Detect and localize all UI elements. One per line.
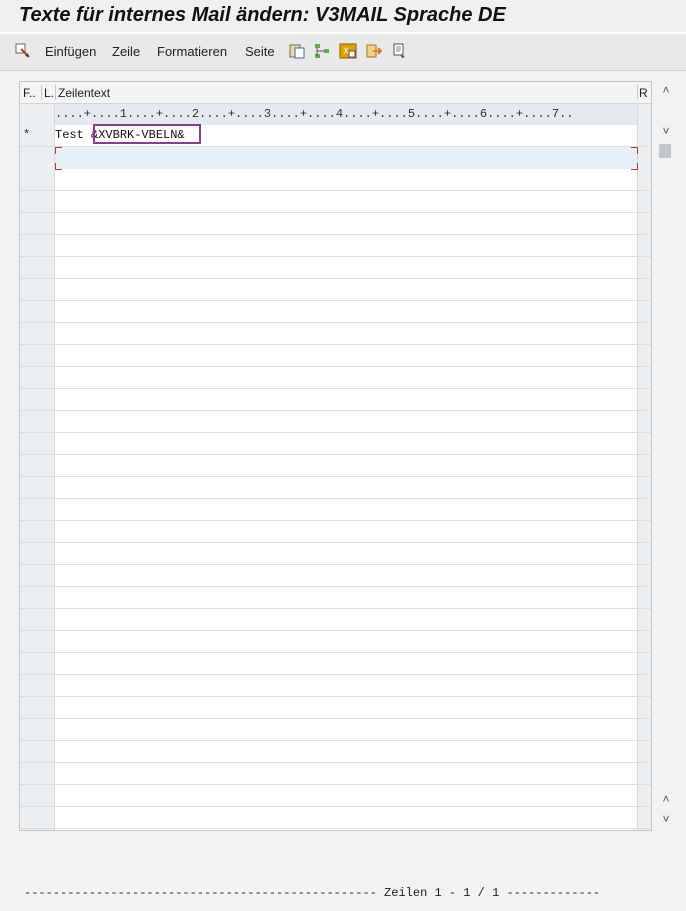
edit-settings-icon[interactable] [14,42,32,60]
empty-editor-row[interactable] [20,367,651,389]
empty-editor-row[interactable] [20,433,651,455]
menu-formatieren[interactable]: Formatieren [157,44,227,59]
menu-zeile[interactable]: Zeile [112,44,140,59]
row-format-flag: * [23,128,31,142]
empty-editor-row[interactable] [20,389,651,411]
scroll-thumb[interactable] [659,144,671,158]
variable-highlight-box [93,124,201,144]
empty-editor-row[interactable] [20,455,651,477]
empty-editor-row[interactable] [20,829,651,830]
vertical-scrollbar[interactable]: ˄ ˅ ˄ ˅ [656,81,676,829]
export-icon[interactable] [365,42,383,60]
toolbar: Einfügen Zeile Formatieren Seite X [0,34,686,71]
empty-editor-row[interactable] [20,169,651,191]
header-separator [55,85,56,100]
empty-editor-row[interactable] [20,697,651,719]
header-zeilentext[interactable]: Zeilentext [58,86,110,100]
empty-editor-row[interactable] [20,213,651,235]
active-input-row[interactable] [55,147,637,169]
empty-editor-row[interactable] [20,499,651,521]
paste-icon[interactable] [288,42,306,60]
scroll-down-icon[interactable]: ˅ [659,124,673,138]
menu-seite[interactable]: Seite [245,44,275,59]
header-separator [41,85,42,100]
empty-editor-row[interactable] [20,763,651,785]
header-r[interactable]: R [639,86,648,100]
scroll-up-icon[interactable]: ˄ [659,792,673,806]
header-separator [637,85,638,100]
copy-doc-icon[interactable] [391,42,409,60]
empty-editor-row[interactable] [20,807,651,829]
empty-editor-row[interactable] [20,521,651,543]
header-format[interactable]: F.. [23,86,36,100]
empty-editor-row[interactable] [20,675,651,697]
empty-editor-row[interactable] [20,191,651,213]
empty-editor-row[interactable] [20,323,651,345]
menu-einfuegen[interactable]: Einfügen [45,44,96,59]
grid-header: F.. L. Zeilentext R [20,82,651,104]
empty-editor-row[interactable] [20,653,651,675]
cursor-corner-marker [55,163,62,170]
empty-editor-row[interactable] [20,411,651,433]
text-editor-grid: F.. L. Zeilentext R ....+....1....+....2… [19,81,652,831]
empty-editor-row[interactable] [20,279,651,301]
empty-editor-row[interactable] [20,543,651,565]
empty-editor-row[interactable] [20,785,651,807]
column-ruler: ....+....1....+....2....+....3....+....4… [55,104,637,125]
empty-editor-row[interactable] [20,345,651,367]
line-count-footer: ----------------------------------------… [24,886,601,900]
empty-editor-row[interactable] [20,719,651,741]
empty-editor-row[interactable] [20,587,651,609]
window-title: Texte für internes Mail ändern: V3MAIL S… [19,4,506,26]
cursor-corner-marker [631,147,638,154]
cursor-corner-marker [55,147,62,154]
empty-editor-row[interactable] [20,301,651,323]
empty-editor-row[interactable] [20,257,651,279]
title-bar: Texte für internes Mail ändern: V3MAIL S… [0,0,686,32]
cursor-corner-marker [631,163,638,170]
empty-editor-row[interactable] [20,631,651,653]
format-icon[interactable]: X [339,42,357,60]
tree-icon[interactable] [313,42,331,60]
empty-editor-row[interactable] [20,609,651,631]
scroll-bottom-icon[interactable]: ˅ [659,812,673,826]
empty-editor-row[interactable] [20,477,651,499]
scroll-top-icon[interactable]: ˄ [659,83,673,97]
header-line[interactable]: L. [44,86,54,100]
empty-editor-row[interactable] [20,741,651,763]
svg-text:X: X [343,47,349,57]
row-text-prefix: Test [55,128,92,142]
empty-editor-row[interactable] [20,565,651,587]
empty-editor-row[interactable] [20,235,651,257]
